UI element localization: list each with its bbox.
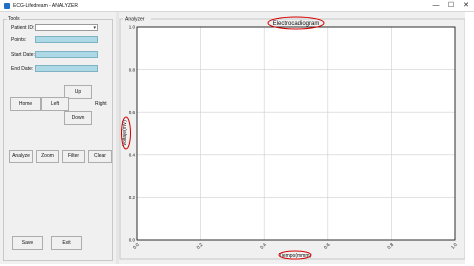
x-ticks: 0.0 0.2 0.4 0.6 0.8 1.0 xyxy=(132,242,458,250)
y-tick-label: 0.0 xyxy=(129,238,136,243)
chevron-down-icon: ▾ xyxy=(93,25,96,31)
end-date-label: End Date: xyxy=(11,66,34,72)
title-bar: ECG-Lifedream - ANALYZER — ☐ ✕ xyxy=(0,0,474,12)
clear-button[interactable]: Clear xyxy=(88,150,112,163)
minimize-button[interactable]: — xyxy=(430,1,442,11)
app-icon xyxy=(4,3,10,9)
x-tick-label: 0.8 xyxy=(386,242,394,250)
scrollbar[interactable] xyxy=(465,12,474,264)
points-label: Points: xyxy=(11,37,27,43)
analyzer-group-title: Analyzer xyxy=(125,17,145,23)
chart-svg: Analyzer 0.0 0.2 0.4 0.6 0.8 1.0 0.0 0.2 0.4 0.6… xyxy=(119,15,466,260)
x-tick-label: 0.2 xyxy=(196,242,204,250)
chart-title: Electrocadiogram xyxy=(273,21,320,27)
x-tick-label: 1.0 xyxy=(450,242,458,250)
y-tick-label: 0.8 xyxy=(129,67,136,72)
analyzer-panel: Analyzer 0.0 0.2 0.4 0.6 0.8 1.0 0.0 0.2 0.4 0.6… xyxy=(119,12,474,264)
y-axis-label: Voltaje(mV) xyxy=(122,120,128,146)
window-title: ECG-Lifedream - ANALYZER xyxy=(13,3,78,9)
x-tick-label: 0.4 xyxy=(259,242,267,250)
patient-id-combo[interactable]: ▾ xyxy=(35,24,98,31)
y-ticks: 0.0 0.2 0.4 0.6 0.8 1.0 xyxy=(129,25,136,243)
end-date-field[interactable] xyxy=(35,65,98,72)
left-panel: Tools Patient ID: ▾ Points: Start Date: … xyxy=(0,12,116,264)
tools-group-title: Tools xyxy=(7,16,21,22)
y-tick-label: 0.2 xyxy=(129,195,136,200)
analyze-button[interactable]: Analyze xyxy=(9,150,33,163)
filter-button[interactable]: Filter xyxy=(62,150,85,163)
left-button[interactable]: Left xyxy=(41,97,69,111)
plot-canvas xyxy=(137,27,455,240)
points-field[interactable] xyxy=(35,36,98,43)
right-button[interactable]: Right xyxy=(95,101,107,107)
x-tick-label: 0.0 xyxy=(132,242,140,250)
home-button[interactable]: Home xyxy=(10,97,41,111)
x-tick-label: 0.6 xyxy=(323,242,331,250)
close-button[interactable]: ✕ xyxy=(460,1,472,11)
patient-id-label: Patient ID: xyxy=(11,25,35,31)
start-date-field[interactable] xyxy=(35,51,98,58)
down-button[interactable]: Down xyxy=(64,111,92,125)
start-date-label: Start Date: xyxy=(11,52,35,58)
zoom-button[interactable]: Zoom xyxy=(36,150,59,163)
maximize-button[interactable]: ☐ xyxy=(445,1,457,11)
exit-button[interactable]: Exit xyxy=(51,236,82,250)
save-button[interactable]: Save xyxy=(12,236,43,250)
y-tick-label: 0.4 xyxy=(129,153,136,158)
y-tick-label: 1.0 xyxy=(129,25,136,30)
y-tick-label: 0.6 xyxy=(129,110,136,115)
